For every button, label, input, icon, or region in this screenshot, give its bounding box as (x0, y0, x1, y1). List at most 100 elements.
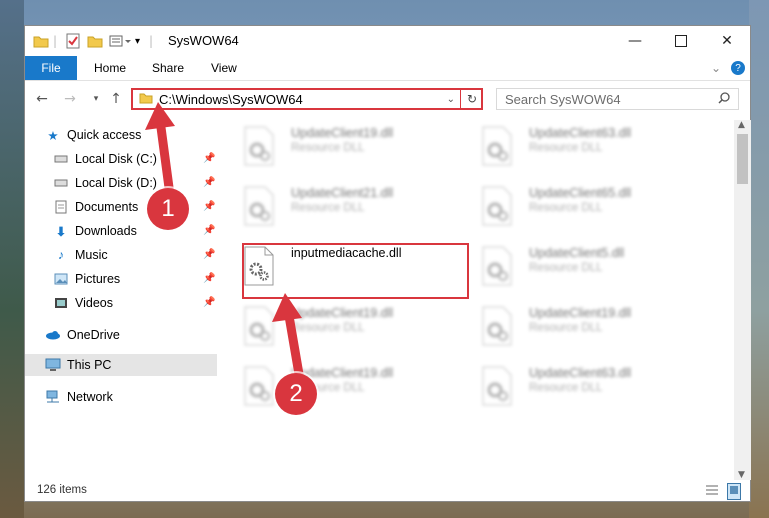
nav-quick-access[interactable]: ★ Quick access (45, 124, 141, 146)
window-title: SysWOW64 (168, 33, 239, 48)
maximize-button[interactable] (658, 26, 704, 56)
download-icon: ⬇ (55, 224, 67, 239)
drive-icon (53, 176, 69, 190)
pin-icon[interactable]: 📌 (203, 297, 215, 308)
navigation-pane: ★ Quick access Local Disk (C:) 📌 Local D… (25, 118, 217, 478)
nav-music[interactable]: ♪ Music (53, 244, 108, 266)
star-icon: ★ (47, 128, 59, 143)
file-item[interactable]: UpdateClient63.dll Resource DLL (475, 122, 701, 172)
dll-file-icon (482, 366, 512, 406)
vertical-scrollbar[interactable]: ▲ ▼ (734, 120, 751, 480)
file-type: Resource DLL (529, 202, 603, 214)
nav-pictures[interactable]: Pictures (53, 268, 120, 290)
file-explorer-window: | ▾ | SysWOW64 — ✕ File Home Share View … (24, 25, 751, 502)
dll-file-icon (482, 186, 512, 226)
large-icons-view-icon[interactable] (727, 483, 741, 500)
pin-icon[interactable]: 📌 (203, 201, 215, 212)
desktop-background-left (0, 0, 24, 518)
file-type: Resource DLL (291, 142, 365, 154)
nav-documents[interactable]: Documents (53, 196, 138, 218)
address-path: C:\Windows\SysWOW64 (159, 91, 303, 107)
search-box[interactable]: Search SysWOW64 (496, 88, 739, 110)
file-item[interactable]: UpdateClient63.dll Resource DLL (475, 362, 701, 412)
nav-item-label: Documents (75, 200, 139, 214)
properties-icon[interactable] (65, 32, 81, 50)
folder-icon (139, 92, 153, 107)
tab-file[interactable]: File (25, 56, 77, 80)
file-item[interactable]: UpdateClient19.dll Resource DLL (237, 362, 463, 412)
nav-item-label: This PC (67, 358, 112, 372)
file-type: Resource DLL (529, 322, 603, 334)
file-item[interactable]: UpdateClient21.dll Resource DLL (237, 182, 463, 232)
title-bar: | ▾ | SysWOW64 — ✕ (25, 26, 750, 56)
scroll-up-icon[interactable]: ▲ (738, 120, 745, 130)
search-icon (718, 91, 730, 107)
file-type: Resource DLL (529, 142, 603, 154)
recent-locations-button[interactable]: ▾ (87, 90, 105, 108)
back-button[interactable]: ← (33, 90, 51, 108)
forward-button[interactable]: → (61, 90, 79, 108)
file-name: UpdateClient21.dll (291, 186, 394, 200)
file-type: Resource DLL (529, 262, 603, 274)
videos-icon (53, 296, 69, 310)
address-dropdown-icon[interactable]: ⌄ (447, 94, 455, 105)
file-name: UpdateClient5.dll (529, 246, 625, 260)
refresh-icon[interactable]: ↻ (467, 92, 477, 106)
nav-item-label: Videos (75, 296, 113, 310)
file-item[interactable]: UpdateClient19.dll Resource DLL (237, 302, 463, 352)
status-bar: 126 items (25, 478, 750, 502)
toolbar-separator: | (53, 34, 58, 48)
toolbar-separator: | (149, 34, 154, 48)
file-item[interactable]: UpdateClient65.dll Resource DLL (475, 182, 701, 232)
search-input[interactable]: Search SysWOW64 (505, 92, 718, 107)
file-item[interactable]: UpdateClient5.dll Resource DLL (475, 242, 701, 292)
back-arrow-icon: ← (36, 91, 48, 107)
nav-item-label: Local Disk (D:) (75, 176, 157, 190)
nav-this-pc[interactable]: This PC (25, 354, 217, 376)
nav-downloads[interactable]: ⬇ Downloads (53, 220, 137, 242)
dll-file-icon (244, 366, 274, 406)
nav-local-disk-d[interactable]: Local Disk (D:) (53, 172, 157, 194)
nav-network[interactable]: Network (45, 386, 113, 408)
pin-icon[interactable]: 📌 (203, 177, 215, 188)
scrollbar-thumb[interactable] (737, 134, 748, 184)
address-bar[interactable]: C:\Windows\SysWOW64 ⌄ ↻ (131, 88, 483, 110)
folder-icon (33, 32, 49, 50)
details-view-icon[interactable] (705, 484, 719, 499)
step-1-badge: 1 (147, 188, 189, 230)
dll-file-icon (482, 246, 512, 286)
dll-file-icon (482, 126, 512, 166)
nav-videos[interactable]: Videos (53, 292, 113, 314)
minimize-button[interactable]: — (612, 26, 658, 56)
tab-view[interactable]: View (211, 56, 237, 80)
dll-file-icon (482, 306, 512, 346)
tab-share[interactable]: Share (152, 56, 184, 80)
nav-item-label: Downloads (75, 224, 137, 238)
dll-file-icon (244, 306, 274, 346)
close-button[interactable]: ✕ (704, 26, 750, 56)
pin-icon[interactable]: 📌 (203, 273, 215, 284)
pin-icon[interactable]: 📌 (203, 153, 215, 164)
nav-onedrive[interactable]: OneDrive (45, 324, 120, 346)
expand-ribbon-icon[interactable]: ⌄ (711, 56, 721, 80)
pictures-icon (53, 272, 69, 286)
dll-file-icon (244, 126, 274, 166)
desktop-background-right (749, 0, 769, 518)
nav-item-label: Music (75, 248, 108, 262)
nav-local-disk-c[interactable]: Local Disk (C:) (53, 148, 157, 170)
highlight-box-file (242, 243, 469, 299)
minimize-icon: — (628, 33, 642, 49)
file-item[interactable]: UpdateClient19.dll Resource DLL (475, 302, 701, 352)
tab-home[interactable]: Home (94, 56, 126, 80)
file-item[interactable]: UpdateClient19.dll Resource DLL (237, 122, 463, 172)
pin-icon[interactable]: 📌 (203, 225, 215, 236)
up-button[interactable]: ↑ (107, 90, 125, 108)
new-folder-icon[interactable] (87, 32, 103, 50)
quick-access-dropdown-icon[interactable]: ▾ (135, 32, 140, 50)
maximize-icon (675, 35, 687, 47)
customize-toolbar-icon[interactable] (109, 32, 131, 50)
help-icon[interactable]: ? (731, 56, 745, 80)
ribbon-tabs: File Home Share View ⌄ ? (25, 56, 750, 81)
up-arrow-icon: ↑ (110, 91, 122, 107)
pin-icon[interactable]: 📌 (203, 249, 215, 260)
